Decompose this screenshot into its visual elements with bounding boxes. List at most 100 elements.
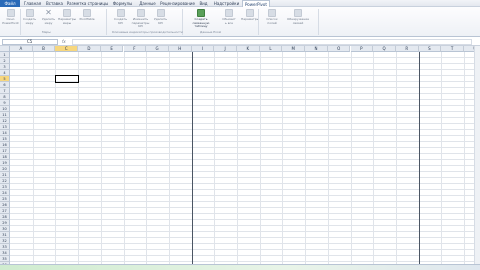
column-header-n[interactable]: N bbox=[305, 46, 328, 52]
tab-данные[interactable]: Данные bbox=[136, 0, 159, 7]
gridline-horizontal bbox=[10, 201, 480, 202]
gridline-horizontal bbox=[10, 213, 480, 214]
ribbon-button-parameters[interactable]: Параметры bbox=[240, 9, 260, 29]
ribbon-button-edit-kpi[interactable]: Изменить параметры KPI bbox=[131, 9, 150, 29]
gridline-horizontal bbox=[10, 207, 480, 208]
gridline-horizontal bbox=[10, 87, 480, 88]
ribbon-tab-strip: Файл Главная Вставка Разметка страницы Форму… bbox=[0, 0, 480, 8]
column-header-d[interactable]: D bbox=[78, 46, 101, 52]
tab-формулы[interactable]: Формулы bbox=[110, 0, 135, 7]
column-header-o[interactable]: O bbox=[327, 46, 351, 52]
ribbon-button-new-kpi[interactable]: Создать KPI bbox=[112, 9, 129, 29]
gridline-horizontal bbox=[10, 243, 480, 244]
gridline-vertical bbox=[214, 52, 216, 264]
gridline-horizontal bbox=[10, 105, 480, 106]
gridline-vertical bbox=[32, 52, 34, 264]
gridline-vertical bbox=[100, 52, 102, 264]
page-break-line bbox=[418, 52, 420, 264]
gridline-horizontal bbox=[10, 141, 480, 142]
tab-вид[interactable]: Вид bbox=[196, 0, 211, 7]
column-header-i[interactable]: I bbox=[191, 46, 215, 52]
active-cell[interactable] bbox=[55, 75, 80, 83]
gridline-horizontal bbox=[10, 231, 480, 232]
column-header-l[interactable]: L bbox=[259, 46, 283, 52]
tab-главная[interactable]: Главная bbox=[22, 0, 43, 7]
gridline-vertical bbox=[168, 52, 170, 264]
column-header-j[interactable]: J bbox=[214, 46, 237, 52]
gridline-horizontal bbox=[10, 111, 480, 112]
gridline-horizontal bbox=[10, 135, 480, 136]
gridline-horizontal bbox=[10, 129, 480, 130]
column-header-a[interactable]: A bbox=[10, 46, 33, 52]
column-header-q[interactable]: Q bbox=[373, 46, 396, 52]
column-header-g[interactable]: G bbox=[146, 46, 169, 52]
gridline-horizontal bbox=[10, 183, 480, 184]
gridline-vertical bbox=[441, 52, 443, 264]
gridline-horizontal bbox=[10, 261, 480, 262]
column-header-f[interactable]: F bbox=[123, 46, 147, 52]
gridline-vertical bbox=[259, 52, 261, 264]
ribbon-group-separator bbox=[106, 9, 107, 35]
column-header-e[interactable]: E bbox=[100, 46, 124, 52]
column-header-h[interactable]: H bbox=[168, 46, 192, 52]
ribbon-button-field-list[interactable]: Список полей bbox=[262, 9, 282, 29]
ribbon-button-new-measure[interactable]: Создать меру bbox=[21, 9, 38, 29]
vertical-scrollbar[interactable] bbox=[474, 46, 480, 264]
page-break-line bbox=[191, 52, 193, 264]
gridline-vertical bbox=[237, 52, 238, 264]
sheet-tab-bar[interactable] bbox=[0, 264, 480, 270]
gridline-vertical bbox=[305, 52, 307, 264]
ribbon-button-label: Создать связанную таблицу bbox=[192, 17, 210, 29]
gridline-horizontal bbox=[10, 63, 480, 64]
gridline-vertical bbox=[55, 52, 57, 264]
column-header-r[interactable]: R bbox=[395, 46, 419, 52]
column-header-m[interactable]: M bbox=[282, 46, 306, 52]
ribbon-button-label: Список полей bbox=[266, 17, 278, 25]
gridline-vertical bbox=[282, 52, 284, 264]
column-header-s[interactable]: S bbox=[418, 46, 442, 52]
worksheet-grid[interactable]: ABCDEFGHIJKLMNOPQRSTU1234567891011121314… bbox=[0, 46, 480, 264]
formula-input[interactable] bbox=[72, 39, 472, 45]
ribbon-button-linked-table[interactable]: Создать связанную таблицу bbox=[186, 9, 216, 29]
gridline-horizontal bbox=[10, 99, 480, 100]
ribbon-button-powerpivot-window[interactable]: Окно PowerPivot bbox=[2, 9, 19, 29]
ribbon-button-delete-measure[interactable]: ✕ Удалить меру bbox=[40, 9, 57, 29]
name-box[interactable]: C5 bbox=[2, 39, 58, 45]
column-header-c[interactable]: C bbox=[55, 46, 79, 52]
ribbon-button-measure-settings[interactable]: Параметры меры bbox=[58, 9, 76, 29]
gridline-horizontal bbox=[10, 75, 480, 76]
ribbon-button-label: Создать меру bbox=[23, 17, 36, 25]
gridline-horizontal bbox=[10, 225, 480, 226]
ribbon-button-pivottable[interactable]: PivotTable bbox=[78, 9, 96, 29]
column-header-p[interactable]: P bbox=[350, 46, 374, 52]
new-kpi-icon bbox=[116, 9, 125, 17]
tab-рецензирование[interactable]: Рецензирование bbox=[160, 0, 195, 7]
ribbon-group-label: Ключевые индикаторы производительности bbox=[112, 30, 183, 34]
gridline-horizontal bbox=[10, 93, 480, 94]
gridline-horizontal bbox=[10, 255, 480, 256]
formula-bar: C5 fx bbox=[0, 38, 480, 46]
ribbon-button-label: Окно PowerPivot bbox=[2, 17, 19, 25]
gridline-horizontal bbox=[10, 171, 480, 172]
gridline-horizontal bbox=[10, 177, 480, 178]
column-header-t[interactable]: T bbox=[441, 46, 464, 52]
gridline-horizontal bbox=[10, 237, 480, 238]
ribbon-group-label: Данные Excel bbox=[200, 30, 222, 34]
window-controls: ? − ❐ ✕ bbox=[435, 0, 478, 17]
ribbon-button-detect-relationships[interactable]: Обнаружение связей bbox=[284, 9, 312, 29]
ribbon-button-label: Создать KPI bbox=[114, 17, 127, 25]
column-header-b[interactable]: B bbox=[32, 46, 56, 52]
ribbon-button-delete-kpi[interactable]: Удалить KPI bbox=[152, 9, 169, 29]
column-header-k[interactable]: K bbox=[237, 46, 260, 52]
fx-icon[interactable]: fx bbox=[62, 39, 66, 45]
parameters-icon bbox=[246, 9, 254, 17]
gridline-vertical bbox=[146, 52, 148, 264]
gridline-vertical bbox=[373, 52, 375, 264]
tab-вставка[interactable]: Вставка bbox=[44, 0, 65, 7]
ribbon-panel: Окно PowerPivot Создать меру ✕ Удалить меру… bbox=[0, 7, 480, 37]
tab-надстройки[interactable]: Надстройки bbox=[212, 0, 241, 7]
ribbon-button-refresh-all[interactable]: Обновит ь все bbox=[220, 9, 238, 29]
tab-разметка-страницы[interactable]: Разметка страницы bbox=[66, 0, 109, 7]
delete-measure-icon: ✕ bbox=[45, 8, 52, 17]
tab-файл[interactable]: Файл bbox=[0, 0, 20, 7]
